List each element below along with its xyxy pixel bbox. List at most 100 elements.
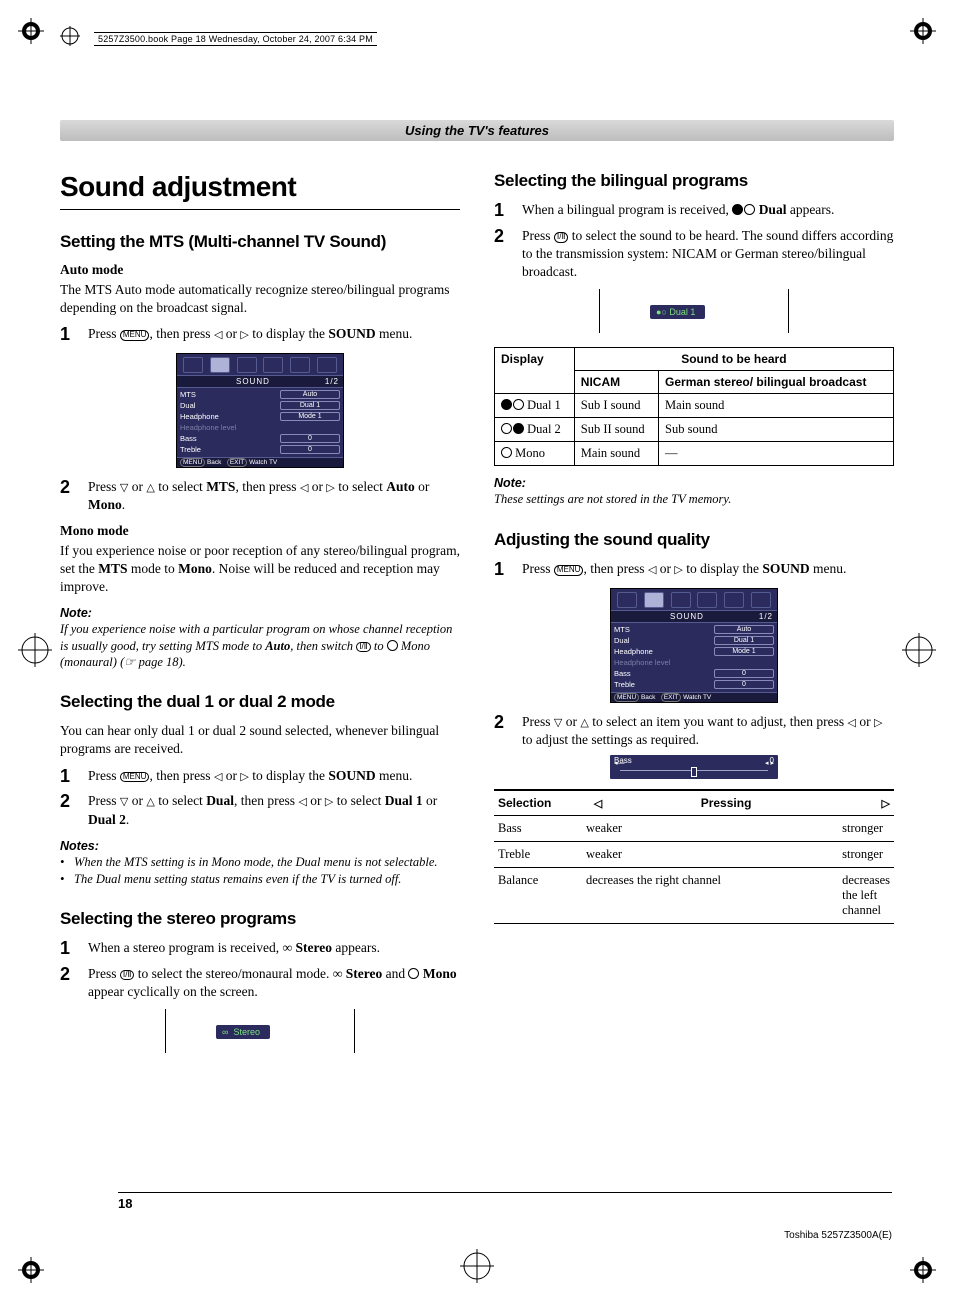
- sound-osd-menu: SOUND1/2 MTSAuto DualDual 1 HeadphoneMod…: [610, 588, 778, 703]
- text: , then press: [149, 768, 214, 783]
- right-triangle-icon: ▷: [240, 328, 248, 343]
- text: Press: [88, 768, 120, 783]
- osd-row-label: Treble: [614, 680, 635, 689]
- step-number: 1: [60, 939, 88, 959]
- up-triangle-icon: △: [146, 795, 154, 810]
- text-bold: SOUND: [328, 768, 375, 783]
- step-number: 1: [60, 325, 88, 345]
- bilingual-sound-table: Display Sound to be heard NICAM German s…: [494, 347, 894, 466]
- text: When a stereo program is received,: [88, 940, 283, 955]
- mts-step-2: 2 Press ▽ or △ to select MTS, then press…: [60, 478, 460, 514]
- text: or: [222, 768, 240, 783]
- osd-row-val: 0: [280, 445, 340, 454]
- osd-page: 1/2: [325, 377, 339, 386]
- mts-step-1: 1 Press MENU, then press ◁ or ▷ to displ…: [60, 325, 460, 345]
- osd-row-label: Bass: [180, 434, 197, 443]
- notes-heading: Notes:: [60, 839, 460, 853]
- osd-footer: MENU Back EXIT Watch TV: [177, 457, 343, 467]
- osd-row-val: Auto: [714, 625, 774, 634]
- cell-text: Main sound: [659, 394, 894, 418]
- text-bold: Dual 1: [385, 793, 423, 808]
- cell-text: Sub I sound: [574, 394, 658, 418]
- text: menu.: [810, 561, 847, 576]
- osd-title: SOUND: [181, 377, 325, 386]
- note-bullet: •The Dual menu setting status remains ev…: [60, 872, 460, 887]
- osd-row-val: 0: [714, 669, 774, 678]
- bilingual-step-1: 1 When a bilingual program is received, …: [494, 201, 894, 221]
- crop-mark-icon: [910, 1257, 936, 1283]
- table-header: Sound to be heard: [574, 348, 893, 371]
- table-row: Balancedecreases the right channeldecrea…: [494, 867, 894, 923]
- section-bar: Using the TV's features: [60, 120, 894, 141]
- text: Press: [88, 479, 120, 494]
- dual-button-icon: Ⅰ/Ⅱ: [554, 232, 569, 243]
- text: or: [128, 479, 146, 494]
- osd-icon-row: [611, 589, 777, 610]
- text: to display the: [249, 768, 329, 783]
- osd-row-label: Treble: [180, 445, 201, 454]
- osd-row-val: Dual 1: [714, 636, 774, 645]
- step-number: 1: [60, 767, 88, 787]
- note-heading: Note:: [494, 476, 894, 490]
- right-arrow-icon: ◂ ▸: [765, 759, 774, 767]
- cell-text: —: [659, 442, 894, 466]
- step-number: 2: [494, 713, 522, 749]
- doc-header: 5257Z3500.book Page 18 Wednesday, Octobe…: [94, 32, 377, 46]
- text: Press: [88, 966, 120, 981]
- text: When a bilingual program is received,: [522, 202, 732, 217]
- heading-dual: Selecting the dual 1 or dual 2 mode: [60, 692, 460, 712]
- cell-text: Mono: [512, 446, 545, 460]
- text: or: [423, 793, 438, 808]
- quality-step-1: 1 Press MENU, then press ◁ or ▷ to displ…: [494, 560, 894, 580]
- quality-step-2: 2 Press ▽ or △ to select an item you wan…: [494, 713, 894, 749]
- menu-button-icon: MENU: [120, 330, 150, 341]
- text: Press: [522, 714, 554, 729]
- text: Press: [88, 326, 120, 341]
- step-number: 2: [60, 792, 88, 828]
- cell-text: Main sound: [574, 442, 658, 466]
- cell-text: weaker: [582, 815, 838, 841]
- right-triangle-icon: ▷: [326, 481, 334, 496]
- table-header: Pressing: [614, 790, 838, 816]
- left-arrow-icon: ◂—: [614, 759, 625, 767]
- dual-button-icon: Ⅰ/Ⅱ: [356, 642, 371, 653]
- right-triangle-icon: ▷: [874, 716, 882, 731]
- osd-row-val: Auto: [280, 390, 340, 399]
- text: , then press: [235, 479, 300, 494]
- menu-button-icon: MENU: [120, 772, 150, 783]
- text: Press: [522, 228, 554, 243]
- table-header: German stereo/ bilingual broadcast: [659, 371, 894, 394]
- cell-text: Sub sound: [659, 418, 894, 442]
- cell-text: Bass: [494, 815, 582, 841]
- left-triangle-icon: ◁: [298, 795, 306, 810]
- text: to select: [335, 479, 386, 494]
- step-number: 1: [494, 560, 522, 580]
- osd-row-label: Bass: [614, 669, 631, 678]
- up-triangle-icon: △: [146, 481, 154, 496]
- text: appears.: [332, 940, 380, 955]
- text-bold: SOUND: [328, 326, 375, 341]
- text: or: [307, 793, 325, 808]
- right-triangle-icon: ▷: [240, 770, 248, 785]
- text: or: [308, 479, 326, 494]
- table-row: Bassweakerstronger: [494, 815, 894, 841]
- text: Press: [88, 793, 120, 808]
- text: to adjust the settings as required.: [522, 732, 699, 747]
- osd-text: Dual 1: [669, 307, 695, 317]
- dual-icon: [732, 204, 755, 215]
- osd-row-label: Headphone level: [614, 658, 670, 667]
- text: or: [415, 479, 430, 494]
- text: or: [656, 561, 674, 576]
- dual-intro: You can hear only dual 1 or dual 2 sound…: [60, 722, 460, 758]
- stereo-step-1: 1 When a stereo program is received, ∞ S…: [60, 939, 460, 959]
- bass-slider-osd: Bass0 ◂—◂ ▸: [610, 755, 778, 779]
- note-bullet: •When the MTS setting is in Mono mode, t…: [60, 855, 460, 870]
- table-row: Dual 2 Sub II sound Sub sound: [495, 418, 894, 442]
- osd-stereo-indicator: ∞ Stereo: [165, 1009, 355, 1053]
- text: to select an item you want to adjust, th…: [589, 714, 848, 729]
- text: or: [222, 326, 240, 341]
- table-row: Mono Main sound —: [495, 442, 894, 466]
- text: to select: [155, 793, 206, 808]
- osd-row-label: Headphone: [180, 412, 219, 421]
- text: to select the stereo/monaural mode.: [134, 966, 332, 981]
